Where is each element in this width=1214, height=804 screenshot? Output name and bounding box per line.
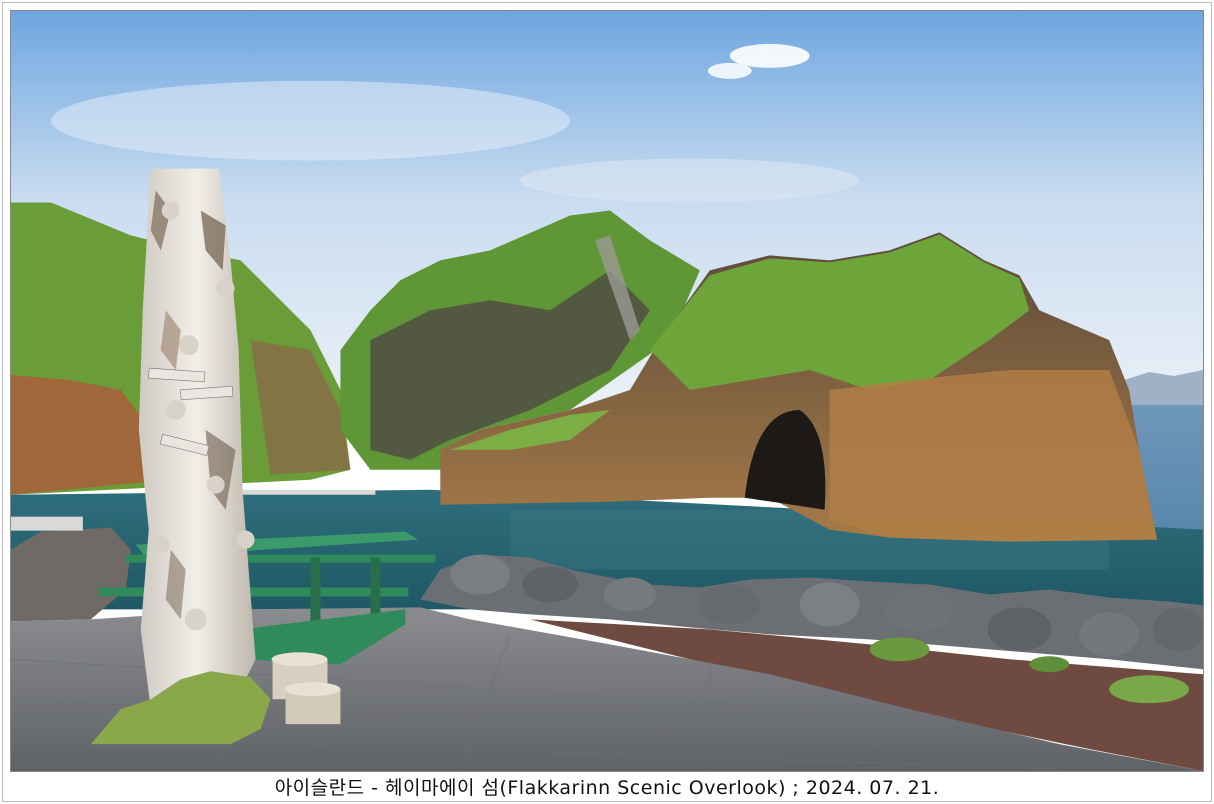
- shrub: [1109, 675, 1190, 704]
- cloud: [707, 62, 752, 79]
- shrub: [869, 637, 930, 662]
- cloud: [50, 80, 571, 161]
- cloud: [520, 158, 860, 203]
- cliff-face: [829, 370, 1158, 542]
- photo-frame: [10, 10, 1204, 772]
- info-table: [11, 516, 83, 531]
- photo-caption: 아이슬란드 - 헤이마에이 섬(Flakkarinn Scenic Overlo…: [274, 777, 940, 799]
- shrub: [1029, 656, 1070, 673]
- pier: [235, 489, 376, 495]
- landscape-photo: [11, 11, 1203, 771]
